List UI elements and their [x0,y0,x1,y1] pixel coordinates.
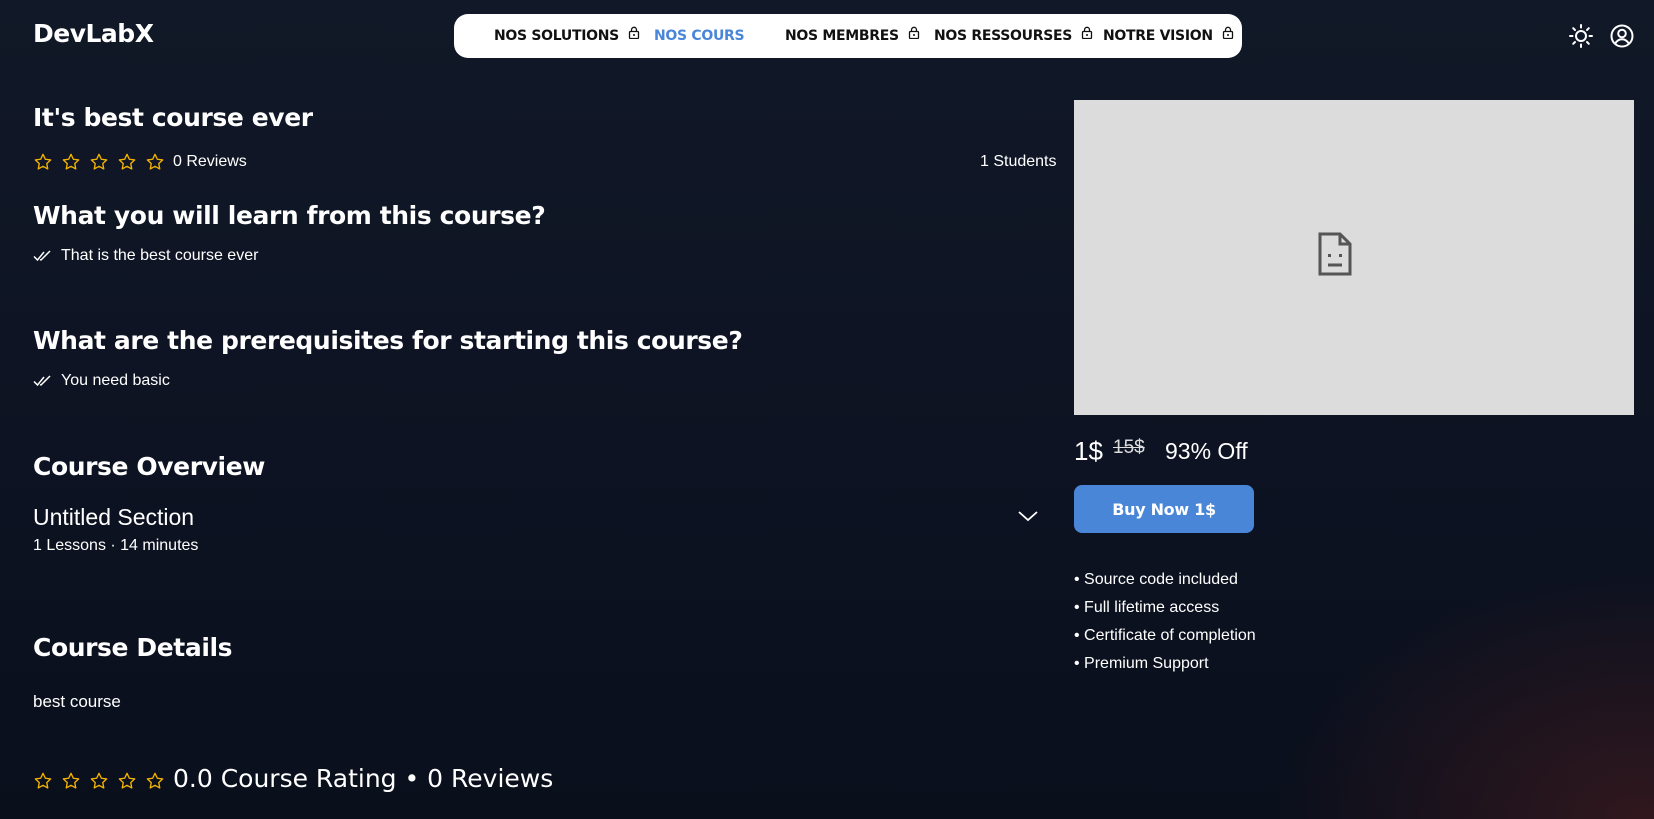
lock-icon [628,26,640,39]
main-nav: NOS SOLUTIONS NOS COURS NOS MEMBRES NOS … [454,14,1242,58]
sun-icon[interactable] [1568,23,1594,49]
star-icon [117,152,137,172]
nav-item-label: NOTRE VISION [1103,28,1213,44]
buy-now-button[interactable]: Buy Now 1$ [1074,485,1254,533]
students-count: 1 Students [980,153,1057,170]
double-check-icon [33,249,53,263]
current-price: 1$ [1074,436,1103,466]
chevron-down-icon[interactable] [1017,508,1039,524]
rating-summary: 0.0 Course Rating • 0 Reviews [173,764,554,793]
nav-item-label: NOS SOLUTIONS [494,28,619,44]
discount-label: 93% Off [1165,438,1248,464]
star-icon [117,771,137,791]
reviews-count: 0 Reviews [173,153,247,170]
feature-item: • Premium Support [1074,655,1209,672]
nav-item-ressourses[interactable]: NOS RESSOURSES [934,14,1093,58]
logo[interactable]: DevLabX [33,19,154,48]
user-circle-icon[interactable] [1609,23,1635,49]
rating-stars [33,152,165,172]
learn-item-text: That is the best course ever [61,247,259,264]
star-icon [89,771,109,791]
feature-item: • Source code included [1074,571,1238,588]
features-list: • Source code included • Full lifetime a… [1074,570,1256,682]
star-icon [61,152,81,172]
course-preview-video[interactable] [1074,100,1634,415]
prereq-heading: What are the prerequisites for starting … [33,326,743,355]
overview-heading: Course Overview [33,452,265,481]
learn-item: That is the best course ever [33,247,258,265]
nav-item-cours[interactable]: NOS COURS [654,14,745,58]
star-icon [33,771,53,791]
nav-item-solutions[interactable]: NOS SOLUTIONS [494,14,640,58]
nav-item-membres[interactable]: NOS MEMBRES [785,14,920,58]
feature-item: • Certificate of completion [1074,627,1256,644]
learn-heading: What you will learn from this course? [33,201,546,230]
nav-item-vision[interactable]: NOTRE VISION [1103,14,1234,58]
prereq-item-text: You need basic [61,372,170,389]
star-icon [89,152,109,172]
nav-item-label: NOS COURS [654,28,745,44]
rating-summary-stars [33,771,165,791]
details-heading: Course Details [33,633,233,662]
header: DevLabX NOS SOLUTIONS NOS COURS NOS MEMB… [0,0,1654,72]
double-check-icon [33,374,53,388]
section-meta: 1 Lessons · 14 minutes [33,537,199,554]
nav-item-label: NOS RESSOURSES [934,28,1073,44]
feature-item: • Full lifetime access [1074,599,1220,616]
section-title[interactable]: Untitled Section [33,504,194,531]
details-text: best course [33,692,121,711]
prereq-item: You need basic [33,372,170,390]
star-icon [61,771,81,791]
old-price: 15$ [1113,437,1145,458]
lock-icon [1222,26,1234,39]
star-icon [145,152,165,172]
star-icon [33,152,53,172]
lock-icon [908,26,920,39]
broken-file-icon [1318,232,1352,276]
star-icon [145,771,165,791]
nav-item-label: NOS MEMBRES [785,28,899,44]
course-title: It's best course ever [33,103,313,132]
lock-icon [1081,26,1093,39]
